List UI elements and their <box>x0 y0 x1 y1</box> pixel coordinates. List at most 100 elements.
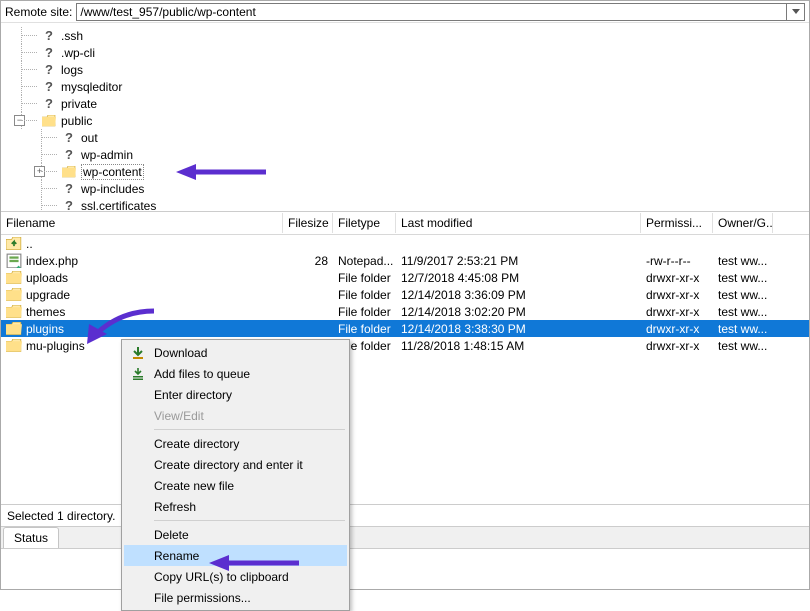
col-header-owner[interactable]: Owner/G... <box>713 213 773 233</box>
annotation-arrow-wp-content <box>176 162 266 185</box>
menu-item-create-new-file[interactable]: Create new file <box>124 475 347 496</box>
cell-owner: test ww... <box>713 254 773 268</box>
annotation-arrow-rename <box>209 553 299 576</box>
remote-site-input[interactable] <box>76 3 787 21</box>
cell-owner: test ww... <box>713 339 773 353</box>
tree-node-label: .wp-cli <box>61 46 95 60</box>
list-row[interactable]: uploadsFile folder12/7/2018 4:45:08 PMdr… <box>1 269 809 286</box>
cell-type: File folder <box>333 271 396 285</box>
cell-type: File folder <box>333 288 396 302</box>
tab-status[interactable]: Status <box>3 527 59 548</box>
menu-item-label: View/Edit <box>154 409 204 423</box>
tree-node--wp-cli[interactable]: ? .wp-cli <box>41 44 809 61</box>
file-name: themes <box>26 305 65 319</box>
unknown-icon: ? <box>61 198 77 211</box>
tree-node-logs[interactable]: ?logs <box>41 61 809 78</box>
cell-modified: 11/28/2018 1:48:15 AM <box>396 339 641 353</box>
tree-node-mysqleditor[interactable]: ? mysqleditor <box>41 78 809 95</box>
list-row[interactable]: upgradeFile folder12/14/2018 3:36:09 PMd… <box>1 286 809 303</box>
cell-perm: drwxr-xr-x <box>641 322 713 336</box>
cell-modified: 12/14/2018 3:38:30 PM <box>396 322 641 336</box>
cell-perm: drwxr-xr-x <box>641 339 713 353</box>
menu-item-refresh[interactable]: Refresh <box>124 496 347 517</box>
unknown-icon: ? <box>41 79 57 94</box>
cell-modified: 12/7/2018 4:45:08 PM <box>396 271 641 285</box>
expand-icon[interactable]: + <box>34 166 45 177</box>
cell-modified: 12/14/2018 3:36:09 PM <box>396 288 641 302</box>
unknown-icon: ? <box>61 181 77 196</box>
selection-info: Selected 1 directory. <box>1 507 123 525</box>
menu-item-add-files-to-queue[interactable]: Add files to queue <box>124 363 347 384</box>
folder-icon <box>6 321 22 336</box>
cell-modified: 12/14/2018 3:02:20 PM <box>396 305 641 319</box>
collapse-icon[interactable]: − <box>14 115 25 126</box>
cell-owner: test ww... <box>713 271 773 285</box>
remote-site-bar: Remote site: <box>1 1 809 23</box>
menu-item-create-directory-and-enter-it[interactable]: Create directory and enter it <box>124 454 347 475</box>
tree-node-private[interactable]: ? private <box>41 95 809 112</box>
unknown-icon: ? <box>41 45 57 60</box>
tree-node-label: private <box>61 97 97 111</box>
tree-node-label: mysqleditor <box>61 80 122 94</box>
file-name: plugins <box>26 322 64 336</box>
file-list-header: Filename Filesize Filetype Last modified… <box>1 212 809 235</box>
menu-item-label: Download <box>154 346 207 360</box>
menu-item-label: Refresh <box>154 500 196 514</box>
cell-type: File folder <box>333 305 396 319</box>
unknown-icon: ? <box>41 96 57 111</box>
remote-tree-panel[interactable]: ?.ssh?.wp-cli?logs?mysqleditor?private−p… <box>1 23 809 211</box>
tree-node--ssh[interactable]: ? .ssh <box>41 27 809 44</box>
col-header-modified[interactable]: Last modified <box>396 213 641 233</box>
menu-item-file-permissions[interactable]: File permissions... <box>124 587 347 608</box>
col-header-filename[interactable]: Filename <box>1 213 283 233</box>
cell-owner: test ww... <box>713 288 773 302</box>
tree-node-out[interactable]: ? out <box>61 129 809 146</box>
menu-item-enter-directory[interactable]: Enter directory <box>124 384 347 405</box>
folder-icon <box>61 164 77 179</box>
file-name: upgrade <box>26 288 70 302</box>
menu-item-label: Create directory and enter it <box>154 458 303 472</box>
unknown-icon: ? <box>61 130 77 145</box>
tree-node-wp-content[interactable]: +wp-content <box>61 163 809 180</box>
menu-item-delete[interactable]: Delete <box>124 524 347 545</box>
tree-node-label: public <box>61 114 92 128</box>
cell-perm: drwxr-xr-x <box>641 305 713 319</box>
tree-node-label: .ssh <box>61 29 83 43</box>
folder-icon <box>6 270 22 285</box>
col-header-filetype[interactable]: Filetype <box>333 213 396 233</box>
unknown-icon: ? <box>41 28 57 43</box>
cell-owner: test ww... <box>713 305 773 319</box>
menu-separator <box>154 520 345 521</box>
tree-node-public[interactable]: −public <box>41 112 809 129</box>
menu-item-view-edit: View/Edit <box>124 405 347 426</box>
col-header-perm[interactable]: Permissi... <box>641 213 713 233</box>
file-name: mu-plugins <box>26 339 85 353</box>
remote-site-dropdown-button[interactable] <box>787 3 805 21</box>
menu-item-label: Add files to queue <box>154 367 250 381</box>
file-name: .. <box>26 237 33 251</box>
unknown-icon: ? <box>41 62 57 77</box>
menu-item-label: Create directory <box>154 437 239 451</box>
menu-item-label: File permissions... <box>154 591 251 605</box>
tree-node-label: wp-includes <box>81 182 144 196</box>
folder-icon <box>6 287 22 302</box>
tree-node-label: wp-admin <box>81 148 133 162</box>
tree-node-ssl-certificates[interactable]: ? ssl.certificates <box>61 197 809 211</box>
unknown-icon: ? <box>61 147 77 162</box>
cell-type: File folder <box>333 322 396 336</box>
tree-node-wp-admin[interactable]: ? wp-admin <box>61 146 809 163</box>
file-php-icon <box>6 253 22 268</box>
tree-node-label: out <box>81 131 98 145</box>
list-row[interactable]: index.php28Notepad...11/9/2017 2:53:21 P… <box>1 252 809 269</box>
menu-item-label: Create new file <box>154 479 234 493</box>
cell-type: Notepad... <box>333 254 396 268</box>
cell-perm: drwxr-xr-x <box>641 271 713 285</box>
folder-icon <box>41 113 57 128</box>
menu-item-label: Enter directory <box>154 388 232 402</box>
tree-node-label: ssl.certificates <box>81 199 156 212</box>
list-row[interactable]: .. <box>1 235 809 252</box>
col-header-filesize[interactable]: Filesize <box>283 213 333 233</box>
tree-node-wp-includes[interactable]: ? wp-includes <box>61 180 809 197</box>
menu-item-create-directory[interactable]: Create directory <box>124 433 347 454</box>
remote-site-label: Remote site: <box>5 5 76 19</box>
